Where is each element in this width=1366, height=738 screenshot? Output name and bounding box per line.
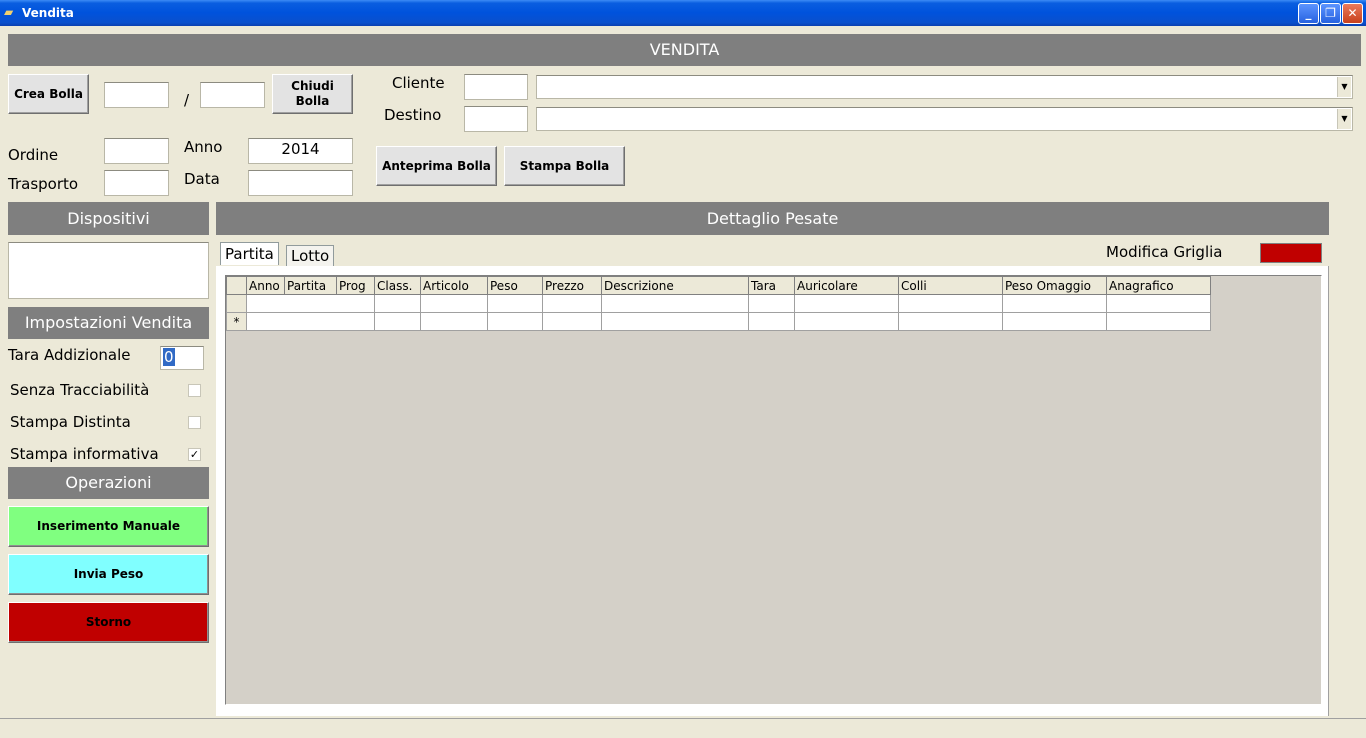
table-cell[interactable] [898,312,1003,331]
table-cell[interactable] [1106,312,1211,331]
modifica-griglia-indicator[interactable] [1260,243,1322,263]
tara-value: 0 [163,348,175,366]
table-row-new[interactable]: * [226,312,1211,331]
table-cell[interactable] [1002,312,1107,331]
stampa-informativa-label: Stampa informativa [10,445,159,463]
table-cell[interactable] [794,312,899,331]
table-cell[interactable] [601,312,749,331]
row-selector[interactable] [226,294,247,313]
impostazioni-header: Impostazioni Vendita [8,307,209,339]
stampa-distinta-checkbox[interactable] [188,416,201,429]
anteprima-bolla-button[interactable]: Anteprima Bolla [376,146,497,186]
grid-header-row: Anno Partita Prog Class. Articolo Peso P… [226,276,1211,295]
chevron-down-icon[interactable]: ▼ [1337,77,1351,97]
operazioni-header: Operazioni [8,467,209,499]
destino-code-input[interactable] [464,106,528,132]
invia-peso-button[interactable]: Invia Peso [8,554,209,595]
bolla-series-input[interactable] [200,82,265,108]
table-cell[interactable] [794,294,899,313]
chevron-down-icon[interactable]: ▼ [1337,109,1351,129]
col-auricolare[interactable]: Auricolare [794,276,899,295]
destino-combo[interactable]: ▼ [536,107,1353,131]
stampa-informativa-checkbox[interactable]: ✓ [188,448,201,461]
dettaglio-pesate-header: Dettaglio Pesate [216,202,1329,235]
senza-tracciabilita-label: Senza Tracciabilità [10,381,150,399]
row-selector-header [226,276,247,295]
stampa-bolla-button[interactable]: Stampa Bolla [504,146,625,186]
table-cell[interactable] [487,294,543,313]
inserimento-manuale-button[interactable]: Inserimento Manuale [8,506,209,547]
close-button[interactable]: ✕ [1342,3,1363,24]
table-cell[interactable] [246,294,375,313]
table-cell[interactable] [748,312,795,331]
trasporto-label: Trasporto [8,175,79,193]
cliente-label: Cliente [392,74,445,92]
tara-label: Tara Addizionale [8,346,131,364]
col-peso-omaggio[interactable]: Peso Omaggio [1002,276,1107,295]
trasporto-input[interactable] [104,170,169,196]
tab-lotto[interactable]: Lotto [286,245,335,266]
chiudi-bolla-button[interactable]: Chiudi Bolla [272,74,353,114]
table-cell[interactable] [246,312,375,331]
table-cell[interactable] [601,294,749,313]
table-row[interactable] [226,294,1211,313]
table-cell[interactable] [420,294,488,313]
col-prog[interactable]: Prog [336,276,375,295]
tab-partita[interactable]: Partita [220,242,279,265]
new-row-marker[interactable]: * [226,312,247,331]
minimize-button[interactable]: _ [1298,3,1319,24]
table-cell[interactable] [898,294,1003,313]
table-cell[interactable] [1106,294,1211,313]
table-cell[interactable] [420,312,488,331]
crea-bolla-button[interactable]: Crea Bolla [8,74,89,114]
ordine-input[interactable] [104,138,169,164]
table-cell[interactable] [542,294,602,313]
col-anagrafico[interactable]: Anagrafico [1106,276,1211,295]
col-prezzo[interactable]: Prezzo [542,276,602,295]
table-cell[interactable] [374,312,421,331]
title-bar[interactable]: ▰ Vendita _ ❐ ✕ [0,0,1366,26]
data-input[interactable] [248,170,353,196]
bolla-number-input[interactable] [104,82,169,108]
cliente-code-input[interactable] [464,74,528,100]
table-cell[interactable] [748,294,795,313]
window-title: Vendita [22,6,74,20]
table-cell[interactable] [542,312,602,331]
app-icon: ▰ [4,5,14,19]
cliente-combo[interactable]: ▼ [536,75,1353,99]
col-partita[interactable]: Partita [284,276,337,295]
stampa-distinta-label: Stampa Distinta [10,413,131,431]
pesate-table[interactable]: Anno Partita Prog Class. Articolo Peso P… [226,276,1211,331]
col-class[interactable]: Class. [374,276,421,295]
dispositivi-header: Dispositivi [8,202,209,235]
col-peso[interactable]: Peso [487,276,543,295]
col-descrizione[interactable]: Descrizione [601,276,749,295]
senza-tracciabilita-checkbox[interactable] [188,384,201,397]
bolla-separator: / [184,91,190,109]
col-articolo[interactable]: Articolo [420,276,488,295]
data-label: Data [184,170,220,188]
storno-button[interactable]: Storno [8,602,209,643]
page-title: VENDITA [8,34,1361,66]
anno-label: Anno [184,138,223,156]
dispositivi-list[interactable] [8,242,209,299]
table-cell[interactable] [1002,294,1107,313]
table-cell[interactable] [374,294,421,313]
destino-label: Destino [384,106,442,124]
status-bar [0,718,1366,738]
anno-input[interactable]: 2014 [248,138,353,164]
ordine-label: Ordine [8,146,59,164]
table-cell[interactable] [487,312,543,331]
col-anno[interactable]: Anno [246,276,285,295]
col-colli[interactable]: Colli [898,276,1003,295]
col-tara[interactable]: Tara [748,276,795,295]
tara-input[interactable]: 0 [160,346,204,370]
modifica-griglia-label: Modifica Griglia [1106,243,1223,261]
pesate-grid[interactable]: Anno Partita Prog Class. Articolo Peso P… [225,275,1322,705]
restore-button[interactable]: ❐ [1320,3,1341,24]
